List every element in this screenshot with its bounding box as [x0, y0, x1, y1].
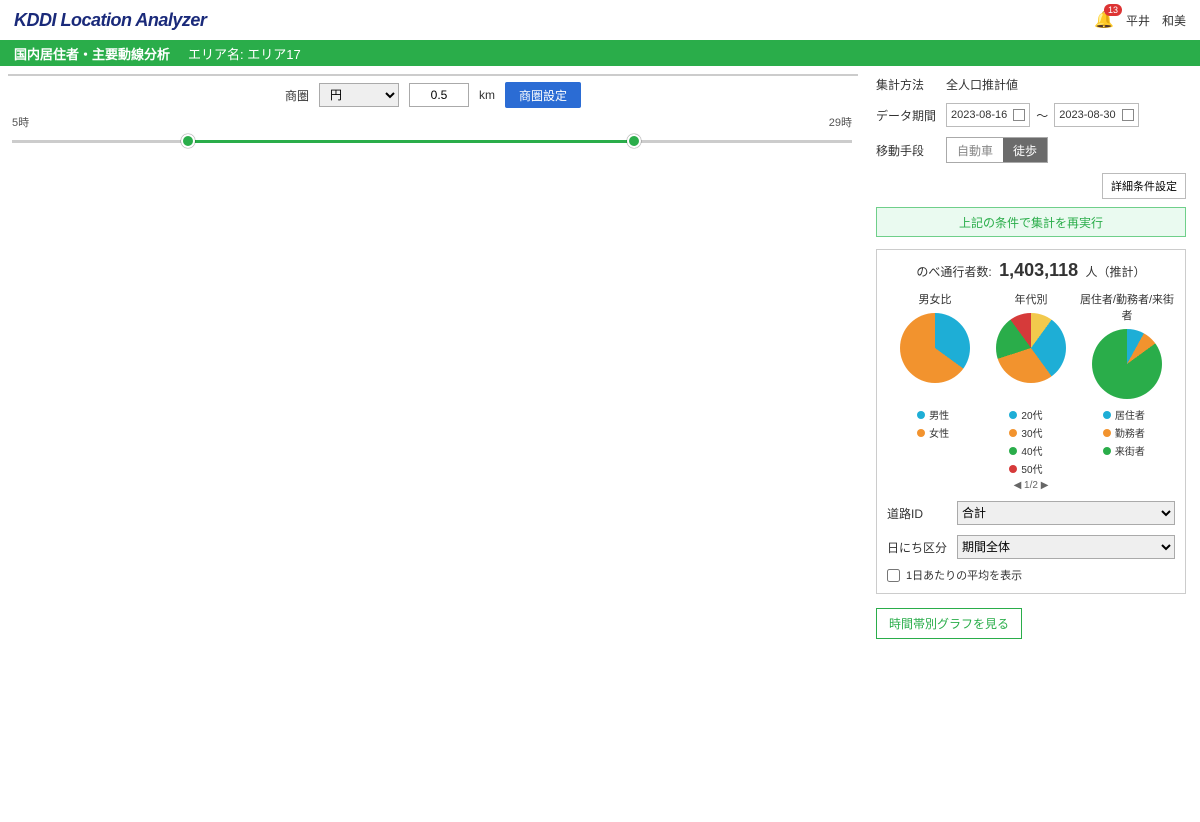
road-id-select[interactable]: 合計: [957, 501, 1175, 525]
mode-car-option[interactable]: 自動車: [947, 138, 1003, 162]
age-pie-chart: [996, 313, 1066, 383]
date-from-input[interactable]: 2023-08-16: [946, 103, 1030, 127]
slider-handle-start[interactable]: [181, 134, 195, 148]
apply-range-button[interactable]: 商圏設定: [505, 82, 581, 108]
gender-pie-chart: [900, 313, 970, 383]
username-label[interactable]: 平井 和美: [1126, 12, 1186, 29]
notification-count-badge: 13: [1104, 4, 1122, 16]
range-shape-select[interactable]: 円: [319, 83, 399, 107]
mode-walk-option[interactable]: 徒歩: [1003, 138, 1047, 162]
detail-settings-button[interactable]: 詳細条件設定: [1102, 173, 1186, 199]
daily-average-checkbox[interactable]: [887, 569, 900, 582]
method-value: 全人口推計値: [946, 76, 1018, 93]
hourly-graph-button[interactable]: 時間帯別グラフを見る: [876, 608, 1022, 639]
time-range-slider[interactable]: 5時 29時: [12, 114, 852, 150]
date-to-input[interactable]: 2023-08-30: [1054, 103, 1138, 127]
context-bar: 国内居住者・主要動線分析 エリア名: エリア17: [0, 40, 1200, 66]
map-canvas[interactable]: × 道路ID : 26218823 765,587 人 × 道路ID : 262…: [8, 74, 858, 76]
visitor-type-pie-chart: [1092, 329, 1162, 399]
rerun-button[interactable]: 上記の条件で集計を再実行: [876, 207, 1186, 237]
slider-handle-end[interactable]: [627, 134, 641, 148]
summary-panel: のべ通行者数: 1,403,118 人（推計） 男女比 年代別 居住者/勤務者/…: [876, 249, 1186, 594]
range-label: 商圏: [285, 87, 309, 104]
app-logo: KDDI Location Analyzer: [14, 10, 206, 31]
calendar-icon: [1013, 109, 1025, 121]
analysis-title: 国内居住者・主要動線分析: [14, 44, 170, 63]
transport-mode-toggle[interactable]: 自動車 徒歩: [946, 137, 1048, 163]
calendar-icon: [1122, 109, 1134, 121]
total-count: 1,403,118: [999, 260, 1078, 280]
day-segment-select[interactable]: 期間全体: [957, 535, 1175, 559]
chart-pager[interactable]: ◀ 1/2 ▶: [887, 480, 1175, 491]
area-name: エリア17: [247, 47, 300, 62]
range-radius-input[interactable]: [409, 83, 469, 107]
notification-bell-icon[interactable]: 🔔13: [1094, 10, 1114, 30]
